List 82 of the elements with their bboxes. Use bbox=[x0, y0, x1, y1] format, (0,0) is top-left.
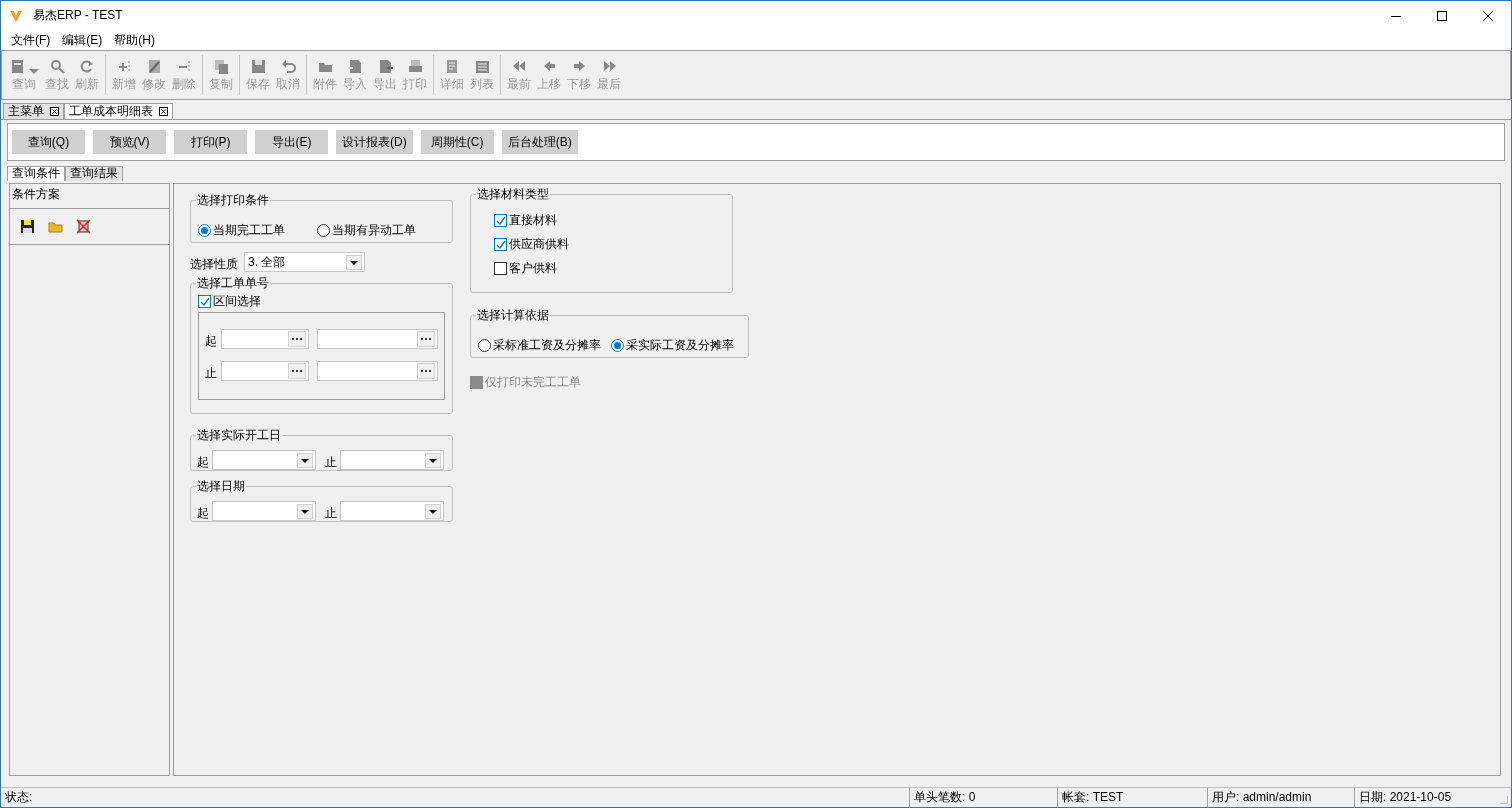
radio-button[interactable] bbox=[317, 224, 330, 237]
action-button[interactable]: 导出(E) bbox=[255, 130, 328, 154]
action-button[interactable]: 周期性(C) bbox=[420, 130, 494, 154]
close-icon[interactable] bbox=[159, 107, 168, 116]
sub-tab[interactable]: 查询条件 bbox=[7, 166, 65, 181]
document-icon bbox=[9, 58, 26, 75]
folder-icon bbox=[48, 219, 63, 234]
close-icon bbox=[1483, 10, 1493, 21]
status-text: 日期: 2021-10-05 bbox=[1354, 788, 1497, 807]
option-label: 当期有异动工单 bbox=[332, 223, 416, 238]
lookup-field[interactable] bbox=[221, 361, 309, 381]
row-label: 止 bbox=[325, 455, 337, 470]
close-icon[interactable] bbox=[50, 107, 59, 116]
menu-item[interactable]: 编辑(E) bbox=[58, 32, 107, 48]
group-title: 选择工单单号 bbox=[196, 276, 270, 291]
folder-button[interactable] bbox=[48, 219, 63, 234]
check-icon bbox=[495, 239, 506, 250]
printer-icon bbox=[406, 58, 424, 75]
action-button[interactable]: 预览(V) bbox=[93, 130, 166, 154]
checkbox[interactable] bbox=[494, 262, 507, 275]
group-title: 选择日期 bbox=[196, 479, 246, 494]
save-icon bbox=[20, 219, 35, 234]
action-button[interactable]: 查询(Q) bbox=[12, 130, 85, 154]
action-button[interactable]: 打印(P) bbox=[174, 130, 247, 154]
floppy-icon bbox=[249, 58, 267, 75]
delete-button[interactable] bbox=[76, 219, 91, 234]
nature-dropdown[interactable]: 3. 全部 bbox=[244, 252, 365, 272]
checkbox[interactable] bbox=[198, 295, 211, 308]
checkbox[interactable] bbox=[494, 238, 507, 251]
checkbox[interactable] bbox=[494, 214, 507, 227]
logo-icon bbox=[9, 8, 23, 23]
row-label: 止 bbox=[205, 366, 217, 381]
status-text: 单头笔数: 0 bbox=[909, 788, 1057, 807]
option-label: 当期完工工单 bbox=[213, 223, 285, 238]
maximize-icon bbox=[1437, 10, 1447, 21]
field-label: 选择性质 bbox=[190, 257, 238, 272]
row-label: 止 bbox=[325, 506, 337, 521]
copy-icon bbox=[212, 58, 230, 75]
option-label: 采标准工资及分摊率 bbox=[493, 338, 601, 353]
resize-grip-icon bbox=[1500, 796, 1508, 804]
check-icon bbox=[495, 215, 506, 226]
radio-button[interactable] bbox=[611, 339, 624, 352]
delete-icon bbox=[76, 219, 91, 234]
lookup-field[interactable] bbox=[317, 361, 438, 381]
action-button[interactable]: 后台处理(B) bbox=[501, 130, 578, 154]
document-tab[interactable]: 主菜单 bbox=[3, 103, 64, 119]
check-icon bbox=[199, 296, 210, 307]
lookup-field[interactable] bbox=[221, 329, 309, 349]
radio-button[interactable] bbox=[478, 339, 491, 352]
status-text: 帐套: TEST bbox=[1057, 788, 1207, 807]
row-label: 起 bbox=[205, 334, 217, 349]
ellipsis-icon bbox=[291, 337, 303, 341]
ellipsis-icon bbox=[420, 369, 432, 373]
row-label: 起 bbox=[197, 506, 209, 521]
checkbox-label: 仅打印未完工工单 bbox=[485, 375, 581, 390]
list-icon bbox=[473, 58, 491, 75]
checkbox-label: 供应商供料 bbox=[509, 237, 569, 252]
action-button[interactable]: 设计报表(D) bbox=[336, 130, 413, 154]
checkbox-label: 客户供料 bbox=[509, 261, 557, 276]
document-tab[interactable]: 工单成本明细表 bbox=[64, 103, 173, 119]
group-title: 选择材料类型 bbox=[476, 187, 550, 202]
panel-title: 条件方案 bbox=[10, 184, 169, 209]
radio-button[interactable] bbox=[198, 224, 211, 237]
window-title: 易杰ERP - TEST bbox=[33, 8, 123, 23]
search-icon bbox=[48, 58, 66, 75]
group-title: 选择打印条件 bbox=[196, 193, 270, 208]
checkbox-label: 直接材料 bbox=[509, 213, 557, 228]
ellipsis-icon bbox=[420, 337, 432, 341]
group-title: 选择实际开工日 bbox=[196, 428, 282, 443]
document-icon bbox=[346, 58, 364, 75]
option-label: 采实际工资及分摊率 bbox=[626, 338, 734, 353]
status-text: 用户: admin/admin bbox=[1207, 788, 1354, 807]
ellipsis-icon bbox=[291, 369, 303, 373]
status-text: 状态: bbox=[4, 789, 34, 806]
sub-tab[interactable]: 查询结果 bbox=[65, 166, 123, 181]
save-button[interactable] bbox=[20, 219, 35, 234]
menu-item[interactable]: 文件(F) bbox=[7, 32, 55, 48]
menu-item[interactable]: 帮助(H) bbox=[110, 32, 159, 48]
row-label: 起 bbox=[197, 455, 209, 470]
checkbox-label: 区间选择 bbox=[213, 294, 261, 309]
lookup-field[interactable] bbox=[317, 329, 438, 349]
group-title: 选择计算依据 bbox=[476, 308, 550, 323]
